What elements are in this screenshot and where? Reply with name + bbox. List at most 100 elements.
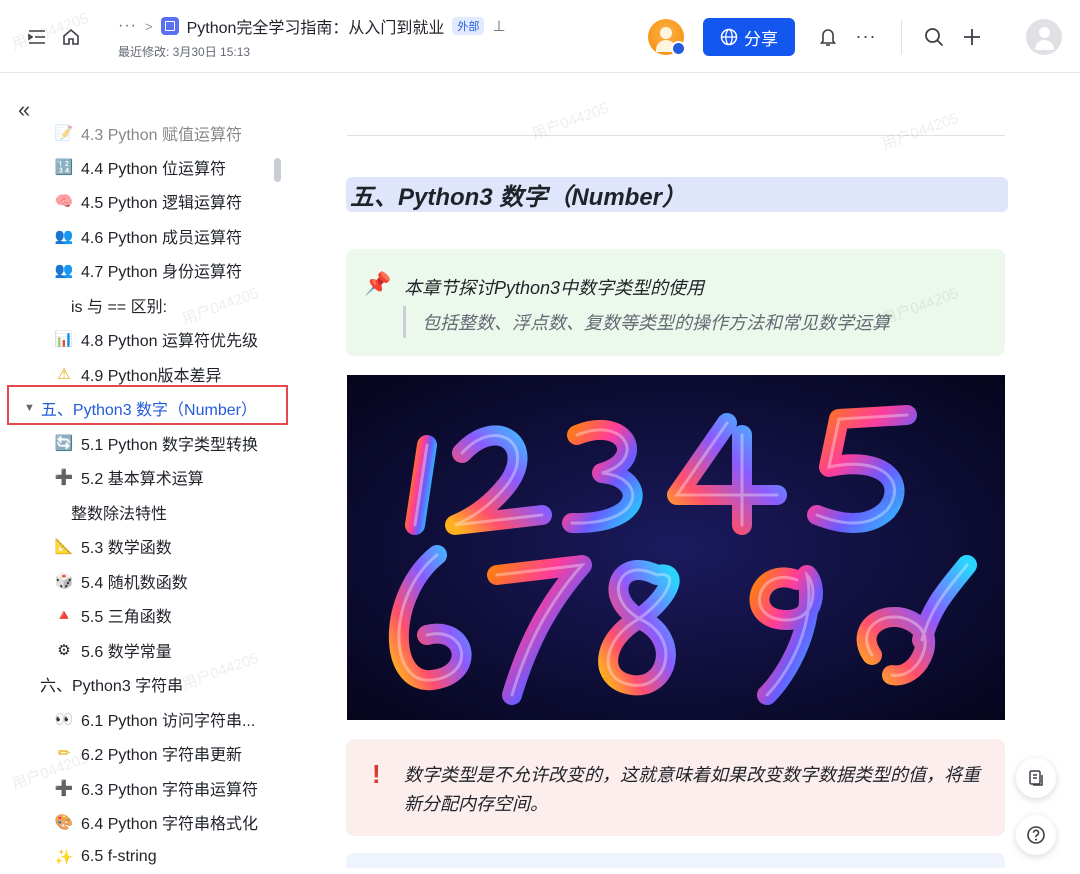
toc-item[interactable]: 📝 4.3 Python 赋值运算符 bbox=[55, 116, 242, 150]
brain-icon: 🧠 bbox=[54, 193, 74, 210]
dice-icon: 🎲 bbox=[54, 573, 74, 590]
share-button[interactable]: 分享 bbox=[703, 18, 795, 56]
intro-title: 本章节探讨Python3中数字类型的使用 bbox=[404, 278, 705, 298]
toc-item-label: 5.3 数学函数 bbox=[81, 540, 172, 557]
next-callout[interactable] bbox=[346, 853, 1005, 868]
toc-item-label: 整数除法特性 bbox=[71, 506, 168, 523]
doc-title[interactable]: Python完全学习指南：从入门到就业 bbox=[187, 14, 445, 38]
people-icon: 👥 bbox=[54, 228, 74, 245]
help-icon bbox=[1027, 826, 1045, 844]
triangle-icon: 🔺 bbox=[54, 607, 74, 624]
bell-icon[interactable] bbox=[814, 23, 842, 51]
toc-item[interactable]: 🔄 5.1 Python 数字类型转换 bbox=[55, 426, 258, 460]
sync-icon: 🔄 bbox=[54, 435, 74, 452]
toc-item-active[interactable]: ▼ 五、Python3 数字（Number） bbox=[24, 391, 257, 425]
toc-item-label: 五、Python3 数字（Number） bbox=[40, 402, 257, 419]
toc-item[interactable]: ✏ 6.2 Python 字符串更新 bbox=[55, 736, 242, 770]
toc-item[interactable]: ✨ 6.5 f-string bbox=[55, 840, 157, 874]
toc-item[interactable]: 👀 6.1 Python 访问字符串... bbox=[54, 702, 256, 736]
external-badge: 外部 bbox=[452, 17, 485, 35]
collapse-sidebar-icon[interactable]: « bbox=[18, 97, 30, 123]
numbers-hero-image[interactable] bbox=[347, 375, 1005, 720]
toc-item-label: 5.4 随机数函数 bbox=[81, 575, 188, 592]
plus-icon: ➕ bbox=[54, 469, 74, 486]
toc-item-label: 4.3 Python 赋值运算符 bbox=[81, 127, 242, 144]
pencil-icon: ✏ bbox=[57, 745, 71, 762]
toc-item[interactable]: 整数除法特性 bbox=[71, 495, 167, 529]
toc-item-label: 6.5 f-string bbox=[81, 848, 157, 865]
search-icon[interactable] bbox=[920, 23, 948, 51]
toc-item-label: 六、Python3 字符串 bbox=[40, 678, 184, 695]
more-icon[interactable]: ··· bbox=[852, 22, 880, 50]
toc-item-label: 5.1 Python 数字类型转换 bbox=[81, 437, 258, 454]
toc-item-label: 4.7 Python 身份运算符 bbox=[81, 264, 242, 281]
toc-item-label: 4.5 Python 逻辑运算符 bbox=[81, 195, 242, 212]
warning-callout[interactable]: ! 数字类型是不允许改变的，这就意味着如果改变数字数据类型的值，将重新分配内存空… bbox=[346, 739, 1005, 836]
toc-item[interactable]: 🧠 4.5 Python 逻辑运算符 bbox=[55, 184, 242, 218]
palette-icon: 🎨 bbox=[54, 814, 74, 831]
warning-text: 数字类型是不允许改变的，这就意味着如果改变数字数据类型的值，将重新分配内存空间。 bbox=[404, 765, 980, 814]
toc-item-label: 4.4 Python 位运算符 bbox=[81, 161, 226, 178]
section-heading[interactable]: 五、Python3 数字（Number） bbox=[346, 177, 1008, 212]
divider bbox=[347, 135, 1005, 136]
divider bbox=[901, 20, 902, 54]
toc-item[interactable]: 🎲 5.4 随机数函数 bbox=[55, 564, 188, 598]
toc-item[interactable]: ➕ 5.2 基本算术运算 bbox=[55, 460, 204, 494]
toc-item-label: is 与 == 区别: bbox=[71, 299, 168, 316]
memo-icon: 📝 bbox=[54, 125, 74, 142]
toc-item-label: 6.1 Python 访问字符串... bbox=[81, 713, 256, 730]
sparkle-icon: ✨ bbox=[54, 849, 74, 866]
toc-item-label: 4.9 Python版本差异 bbox=[81, 368, 222, 385]
toc-item-label: 5.2 基本算术运算 bbox=[81, 471, 204, 488]
share-label: 分享 bbox=[744, 29, 778, 49]
toc-item[interactable]: 🔺 5.5 三角函数 bbox=[55, 598, 172, 632]
toc-item[interactable]: 🔢 4.4 Python 位运算符 bbox=[55, 150, 226, 184]
bar-chart-icon: 📊 bbox=[54, 331, 74, 348]
chevron-right-icon: > bbox=[144, 18, 153, 34]
toc-item-label: 5.6 数学常量 bbox=[81, 644, 172, 661]
plus-icon: ➕ bbox=[54, 780, 74, 797]
toc-item[interactable]: ⚙ 5.6 数学常量 bbox=[55, 633, 172, 667]
sidebar-scrollbar[interactable] bbox=[274, 158, 281, 182]
add-icon[interactable] bbox=[958, 23, 986, 51]
breadcrumb: ··· > Python完全学习指南：从入门到就业 外部 ⊥ bbox=[118, 14, 505, 38]
top-bar: ··· > Python完全学习指南：从入门到就业 外部 ⊥ 最近修改: 3月3… bbox=[0, 0, 1080, 73]
doc-info-button[interactable] bbox=[1016, 758, 1056, 798]
intro-callout[interactable]: 📌 本章节探讨Python3中数字类型的使用 包括整数、浮点数、复数等类型的操作… bbox=[346, 249, 1005, 356]
pushpin-icon: 📌 bbox=[364, 271, 392, 296]
pin-icon[interactable]: ⊥ bbox=[492, 17, 505, 35]
ruler-triangle-icon: 📐 bbox=[54, 538, 74, 555]
toc-item-label: 4.8 Python 运算符优先级 bbox=[81, 333, 258, 350]
collaborator-avatar[interactable] bbox=[648, 19, 686, 56]
toc-item[interactable]: is 与 == 区别: bbox=[71, 288, 167, 322]
toc-item-label: 4.6 Python 成员运算符 bbox=[81, 230, 242, 247]
breadcrumb-more[interactable]: ··· bbox=[118, 17, 137, 35]
toc-item[interactable]: 🎨 6.4 Python 字符串格式化 bbox=[55, 805, 258, 839]
exclamation-icon: ! bbox=[372, 759, 381, 789]
last-modified: 最近修改: 3月30日 15:13 bbox=[118, 45, 251, 59]
toc-item-label: 5.5 三角函数 bbox=[81, 609, 172, 626]
toc-item[interactable]: 六、Python3 字符串 bbox=[40, 667, 183, 701]
toc-item[interactable]: 👥 4.6 Python 成员运算符 bbox=[55, 219, 242, 253]
doc-icon bbox=[160, 17, 179, 35]
toc-item[interactable]: ➕ 6.3 Python 字符串运算符 bbox=[55, 771, 258, 805]
people-icon: 👥 bbox=[54, 262, 74, 279]
toc-item-label: 6.3 Python 字符串运算符 bbox=[81, 782, 258, 799]
toc-item-label: 6.2 Python 字符串更新 bbox=[81, 747, 242, 764]
toc-item[interactable]: 👥 4.7 Python 身份运算符 bbox=[55, 253, 242, 287]
toc-item-label: 6.4 Python 字符串格式化 bbox=[81, 816, 258, 833]
intro-quote: 包括整数、浮点数、复数等类型的操作方法和常见数学运算 bbox=[403, 306, 890, 338]
outline-toggle-icon[interactable] bbox=[23, 23, 51, 51]
warning-icon: ⚠ bbox=[57, 366, 71, 383]
user-avatar[interactable] bbox=[1026, 19, 1062, 55]
globe-icon bbox=[720, 28, 738, 46]
home-icon[interactable] bbox=[57, 23, 85, 51]
caret-down-icon[interactable]: ▼ bbox=[24, 402, 35, 414]
toc-item[interactable]: 📊 4.8 Python 运算符优先级 bbox=[55, 322, 258, 356]
document-content: 五、Python3 数字（Number） 📌 本章节探讨Python3中数字类型… bbox=[300, 73, 1080, 868]
outline-sidebar: « 📝 4.3 Python 赋值运算符 🔢 4.4 Python 位运算符 🧠 4.… bbox=[0, 73, 300, 868]
document-icon bbox=[1029, 770, 1043, 786]
toc-item[interactable]: 📐 5.3 数学函数 bbox=[55, 529, 172, 563]
eyes-icon: 👀 bbox=[54, 711, 74, 728]
help-button[interactable] bbox=[1016, 815, 1056, 855]
